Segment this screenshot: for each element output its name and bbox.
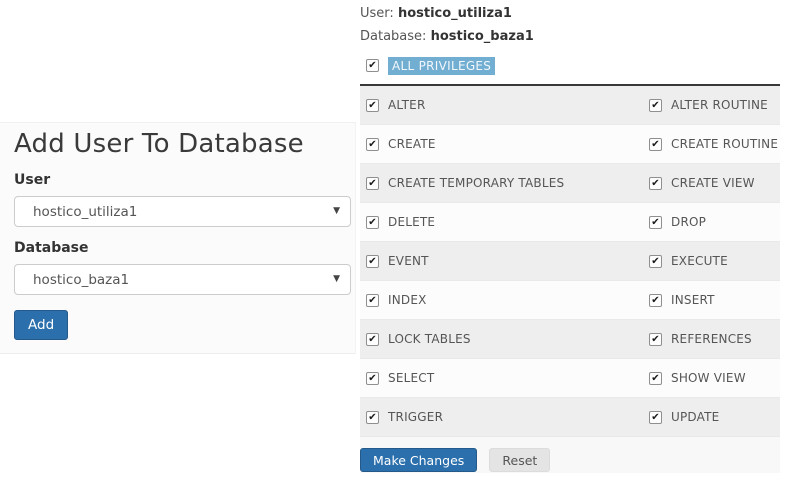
reset-button[interactable]: Reset: [489, 448, 551, 472]
privilege-row: ✔ EVENT ✔ EXECUTE: [360, 242, 780, 281]
privilege-cell: ✔ DROP: [643, 203, 780, 241]
privilege-checkbox[interactable]: ✔: [649, 98, 662, 112]
privilege-label: SELECT: [388, 371, 435, 385]
privileges-footer: Make Changes Reset: [360, 437, 780, 473]
all-privileges-row: ✔ ALL PRIVILEGES: [360, 56, 781, 75]
database-info-value: hostico_baza1: [430, 29, 534, 44]
privilege-row: ✔ LOCK TABLES ✔ REFERENCES: [360, 320, 780, 359]
privilege-label: REFERENCES: [671, 332, 752, 346]
privilege-cell: ✔ EVENT: [360, 242, 643, 280]
user-select-value: hostico_utiliza1: [33, 204, 138, 220]
privilege-label: CREATE ROUTINE: [671, 137, 779, 151]
privilege-cell: ✔ INDEX: [360, 281, 643, 319]
privilege-checkbox[interactable]: ✔: [366, 410, 379, 424]
privilege-label: ALTER ROUTINE: [671, 98, 768, 112]
privilege-cell: ✔ UPDATE: [643, 398, 780, 436]
privilege-label: ALTER: [388, 98, 426, 112]
privilege-row: ✔ DELETE ✔ DROP: [360, 203, 780, 242]
privilege-label: INSERT: [671, 293, 715, 307]
privilege-cell: ✔ ALTER: [360, 86, 643, 124]
privilege-cell: ✔ ALTER ROUTINE: [643, 86, 780, 124]
privilege-row: ✔ INDEX ✔ INSERT: [360, 281, 780, 320]
privilege-cell: ✔ CREATE TEMPORARY TABLES: [360, 164, 643, 202]
privilege-row: ✔ CREATE TEMPORARY TABLES ✔ CREATE VIEW: [360, 164, 780, 203]
user-info-value: hostico_utiliza1: [397, 6, 512, 21]
privilege-label: LOCK TABLES: [388, 332, 471, 346]
privilege-checkbox[interactable]: ✔: [366, 293, 379, 307]
privilege-label: TRIGGER: [388, 410, 444, 424]
privilege-row: ✔ CREATE ✔ CREATE ROUTINE: [360, 125, 780, 164]
manage-privileges-panel: User: hostico_utiliza1 Database: hostico…: [360, 0, 781, 479]
privilege-cell: ✔ INSERT: [643, 281, 780, 319]
privilege-checkbox[interactable]: ✔: [649, 410, 662, 424]
privilege-checkbox[interactable]: ✔: [649, 176, 662, 190]
database-field-label: Database: [14, 240, 89, 256]
add-user-to-database-panel: Add User To Database User hostico_utiliz…: [0, 122, 356, 354]
privilege-checkbox[interactable]: ✔: [366, 176, 379, 190]
privilege-cell: ✔ TRIGGER: [360, 398, 643, 436]
privilege-cell: ✔ EXECUTE: [643, 242, 780, 280]
database-select[interactable]: hostico_baza1 ▼: [14, 264, 351, 295]
privilege-label: CREATE VIEW: [671, 176, 755, 190]
privilege-checkbox[interactable]: ✔: [649, 371, 662, 385]
privilege-checkbox[interactable]: ✔: [366, 98, 379, 112]
privilege-checkbox[interactable]: ✔: [366, 371, 379, 385]
privilege-cell: ✔ LOCK TABLES: [360, 320, 643, 358]
privilege-cell: ✔ CREATE: [360, 125, 643, 163]
privilege-label: UPDATE: [671, 410, 720, 424]
database-select-value: hostico_baza1: [33, 272, 130, 288]
privilege-label: CREATE: [388, 137, 436, 151]
privilege-checkbox[interactable]: ✔: [649, 293, 662, 307]
privilege-cell: ✔ REFERENCES: [643, 320, 780, 358]
chevron-down-icon: ▼: [333, 206, 340, 216]
privilege-cell: ✔ CREATE VIEW: [643, 164, 780, 202]
privileges-table: ✔ ALTER ✔ ALTER ROUTINE ✔ CREATE ✔ CREATE ROUTI…: [360, 84, 780, 437]
add-button[interactable]: Add: [14, 310, 69, 340]
privilege-checkbox[interactable]: ✔: [649, 137, 662, 151]
privilege-label: CREATE TEMPORARY TABLES: [388, 176, 565, 190]
all-privileges-label: ALL PRIVILEGES: [388, 56, 496, 75]
privilege-label: EVENT: [388, 254, 429, 268]
privilege-checkbox[interactable]: ✔: [366, 332, 379, 346]
privilege-checkbox[interactable]: ✔: [649, 254, 662, 268]
privilege-row: ✔ ALTER ✔ ALTER ROUTINE: [360, 86, 780, 125]
privilege-checkbox[interactable]: ✔: [366, 215, 379, 229]
privilege-label: DELETE: [388, 215, 436, 229]
database-info-line: Database: hostico_baza1: [360, 29, 781, 45]
user-field-label: User: [14, 172, 51, 188]
user-select[interactable]: hostico_utiliza1 ▼: [14, 196, 351, 227]
privilege-cell: ✔ SHOW VIEW: [643, 359, 780, 397]
user-info-line: User: hostico_utiliza1: [360, 6, 781, 22]
chevron-down-icon: ▼: [333, 274, 340, 284]
privilege-row: ✔ TRIGGER ✔ UPDATE: [360, 398, 780, 437]
privilege-cell: ✔ DELETE: [360, 203, 643, 241]
page-title: Add User To Database: [14, 129, 304, 159]
user-info-label: User:: [360, 6, 394, 21]
privilege-checkbox[interactable]: ✔: [366, 254, 379, 268]
database-info-label: Database:: [360, 29, 427, 44]
privilege-label: SHOW VIEW: [671, 371, 746, 385]
privilege-label: DROP: [671, 215, 707, 229]
privilege-cell: ✔ CREATE ROUTINE: [643, 125, 780, 163]
privilege-label: INDEX: [388, 293, 427, 307]
privilege-label: EXECUTE: [671, 254, 728, 268]
privilege-checkbox[interactable]: ✔: [649, 215, 662, 229]
make-changes-button[interactable]: Make Changes: [360, 448, 478, 472]
privilege-checkbox[interactable]: ✔: [366, 137, 379, 151]
all-privileges-checkbox[interactable]: ✔: [366, 59, 379, 72]
privilege-checkbox[interactable]: ✔: [649, 332, 662, 346]
privilege-row: ✔ SELECT ✔ SHOW VIEW: [360, 359, 780, 398]
privilege-cell: ✔ SELECT: [360, 359, 643, 397]
